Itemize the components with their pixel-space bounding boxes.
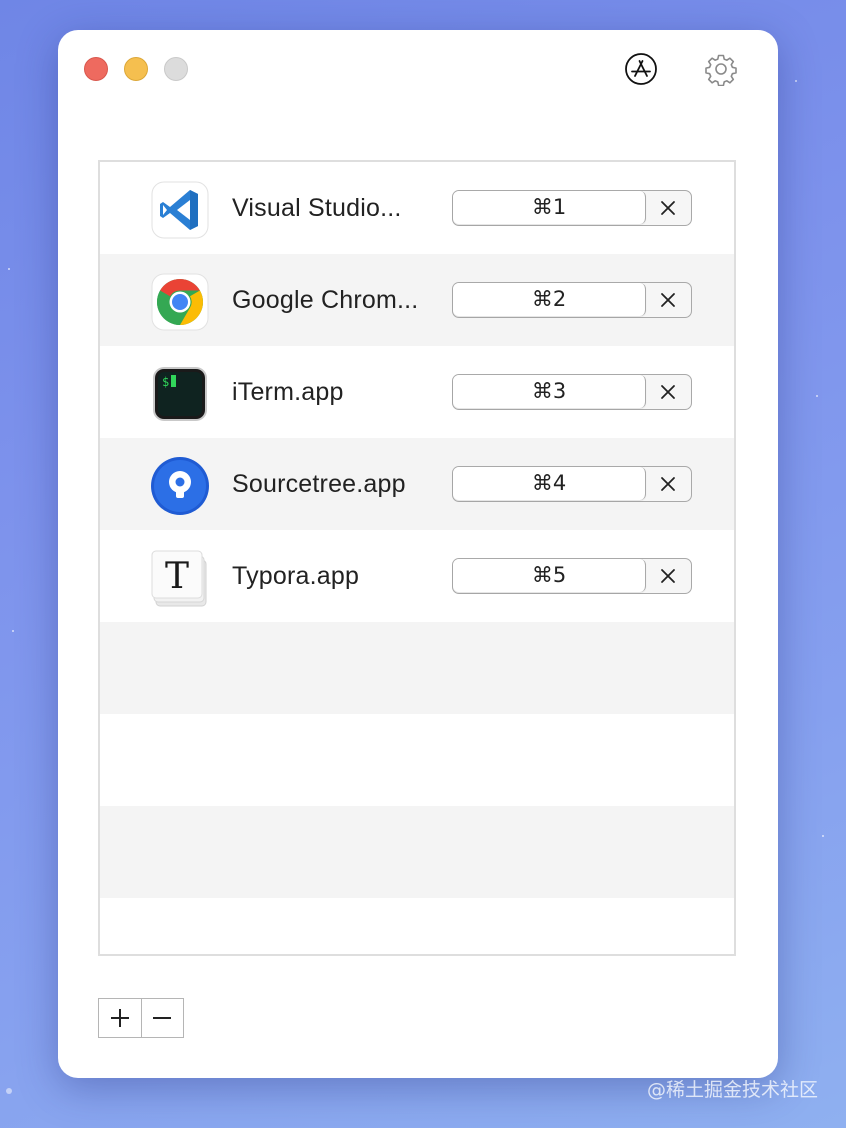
empty-row: [100, 806, 734, 898]
watermark: @稀土掘金技术社区: [646, 1079, 818, 1101]
list-item[interactable]: Sourcetree.app ⌘4: [100, 438, 734, 530]
shortcut-recorder[interactable]: ⌘5: [452, 558, 692, 594]
shortcut-recorder[interactable]: ⌘3: [452, 374, 692, 410]
plus-icon: [110, 1009, 129, 1027]
close-icon: [661, 292, 675, 307]
close-icon: [661, 200, 675, 215]
vscode-icon: [151, 181, 209, 239]
close-icon: [661, 476, 675, 491]
svg-text:$: $: [162, 375, 169, 389]
typora-icon: T: [151, 550, 207, 607]
app-store-icon[interactable]: [624, 52, 658, 86]
list-item[interactable]: Visual Studio... ⌘1: [100, 162, 734, 254]
iterm-icon: $: [153, 367, 207, 421]
clear-shortcut-button[interactable]: [645, 191, 691, 224]
shortcut-key[interactable]: ⌘3: [453, 375, 646, 408]
empty-row: [100, 622, 734, 714]
zoom-window-button[interactable]: [164, 57, 188, 81]
shortcut-recorder[interactable]: ⌘2: [452, 282, 692, 318]
app-name: Typora.app: [232, 562, 360, 590]
minimize-window-button[interactable]: [124, 57, 148, 81]
shortcut-key[interactable]: ⌘4: [453, 467, 646, 500]
clear-shortcut-button[interactable]: [645, 467, 691, 500]
app-name: iTerm.app: [232, 378, 344, 406]
svg-text:T: T: [165, 556, 189, 597]
clear-shortcut-button[interactable]: [645, 283, 691, 316]
app-name: Sourcetree.app: [232, 470, 406, 498]
list-item[interactable]: $ iTerm.app ⌘3: [100, 346, 734, 438]
shortcut-recorder[interactable]: ⌘4: [452, 466, 692, 502]
close-icon: [661, 568, 675, 583]
main-window: Visual Studio... ⌘1 Google Chrom... ⌘2 $…: [58, 30, 778, 1078]
empty-row: [100, 898, 734, 954]
close-window-button[interactable]: [84, 57, 108, 81]
clear-shortcut-button[interactable]: [645, 375, 691, 408]
minus-icon: [153, 1017, 172, 1019]
empty-row: [100, 714, 734, 806]
list-item[interactable]: Google Chrom... ⌘2: [100, 254, 734, 346]
gear-icon[interactable]: [704, 52, 738, 86]
close-icon: [661, 384, 675, 399]
shortcut-recorder[interactable]: ⌘1: [452, 190, 692, 226]
app-name: Google Chrom...: [232, 286, 419, 314]
app-shortcut-list: Visual Studio... ⌘1 Google Chrom... ⌘2 $…: [98, 160, 736, 956]
list-item[interactable]: T Typora.app ⌘5: [100, 530, 734, 622]
shortcut-key[interactable]: ⌘1: [453, 191, 646, 224]
chrome-icon: [151, 273, 209, 331]
remove-button[interactable]: [140, 999, 184, 1037]
add-button[interactable]: [99, 999, 141, 1037]
shortcut-key[interactable]: ⌘2: [453, 283, 646, 316]
clear-shortcut-button[interactable]: [645, 559, 691, 592]
sourcetree-icon: [151, 457, 209, 515]
add-remove-control: [98, 998, 184, 1038]
shortcut-key[interactable]: ⌘5: [453, 559, 646, 592]
app-name: Visual Studio...: [232, 194, 402, 222]
